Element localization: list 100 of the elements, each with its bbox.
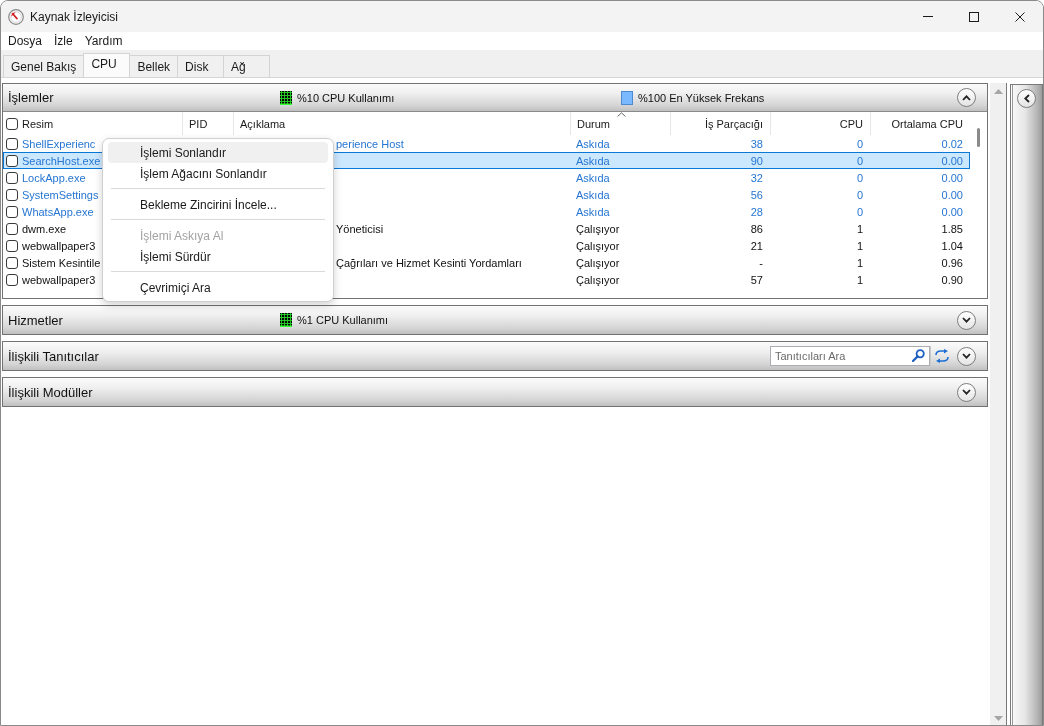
table-cell: 0: [856, 137, 863, 150]
column-header[interactable]: Resim: [22, 117, 54, 130]
square-meter-icon: [621, 90, 633, 105]
checkbox[interactable]: [6, 239, 18, 252]
section-title: İlişkili Tanıtıcılar: [8, 348, 99, 364]
table-cell: LockApp.exe: [22, 171, 86, 184]
grid-meter-icon: [280, 313, 292, 327]
column-header[interactable]: İş Parçacığı: [670, 112, 770, 135]
tab[interactable]: CPU: [83, 53, 131, 77]
section-header[interactable]: İlişkili Modüller: [3, 378, 987, 406]
close-icon: [1015, 11, 1025, 22]
table-cell: 28: [750, 205, 763, 218]
table-cell: 57: [750, 273, 763, 286]
table-cell: Çalışıyor: [576, 222, 620, 235]
table-cell: Askıda: [576, 171, 610, 184]
section-title: İşlemler: [8, 90, 54, 105]
context-menu-item[interactable]: Çevrimiçi Ara: [108, 277, 328, 298]
window-title: Kaynak İzleyicisi: [30, 9, 119, 24]
chevron-down-icon: [962, 353, 971, 359]
indicator-label: %100 En Yüksek Frekans: [638, 91, 765, 104]
table-cell: dwm.exe: [22, 222, 67, 235]
gauge-icon: [8, 8, 24, 25]
expand-button[interactable]: [957, 346, 976, 366]
table-cell: 0: [856, 154, 863, 167]
table-cell: perience Host: [336, 137, 404, 150]
tab[interactable]: Ağ: [223, 55, 271, 77]
collapse-button[interactable]: [957, 88, 976, 107]
table-cell: ShellExperienc: [22, 137, 96, 150]
table-cell: 0.96: [941, 256, 963, 269]
chevron-down-icon: [962, 389, 971, 395]
table-cell: webwallpaper3: [22, 273, 96, 286]
table-cell: 1: [856, 256, 863, 269]
expand-button[interactable]: [957, 382, 976, 402]
search-field[interactable]: Tanıtıcıları Ara: [770, 346, 930, 366]
table-cell: 0.00: [941, 154, 963, 167]
table-cell: WhatsApp.exe: [22, 205, 94, 218]
column-header[interactable]: Açıklama: [233, 112, 570, 135]
table-cell: SearchHost.exe: [22, 154, 101, 167]
table-cell: 1: [856, 222, 863, 235]
table-cell: 0.02: [941, 137, 963, 150]
context-menu-item[interactable]: İşlemi Sonlandır: [108, 142, 328, 163]
table-cell: webwallpaper3: [22, 239, 96, 252]
table-cell: 0: [856, 171, 863, 184]
section-header[interactable]: İlişkili Tanıtıcılar Tanıtıcıları Ara: [3, 342, 987, 370]
checkbox[interactable]: [6, 117, 18, 130]
column-header[interactable]: PID: [182, 112, 233, 135]
table-cell: 56: [750, 188, 763, 201]
table-cell: Çalışıyor: [576, 239, 620, 252]
table-cell: 0.90: [941, 273, 963, 286]
checkbox[interactable]: [6, 188, 18, 201]
table-cell: 1.04: [941, 239, 963, 252]
chevron-left-icon: [1023, 94, 1030, 103]
menu-item[interactable]: İzle: [48, 32, 79, 50]
search-icon[interactable]: [912, 349, 925, 362]
section-header[interactable]: Hizmetler %1 CPU Kullanımı: [3, 306, 987, 334]
maximize-icon: [969, 11, 979, 22]
grid-meter-icon: [280, 90, 292, 105]
checkbox[interactable]: [6, 137, 18, 150]
table-cell: 0: [856, 188, 863, 201]
context-menu-item[interactable]: İşlemi Sürdür: [108, 246, 328, 267]
expand-button[interactable]: [957, 310, 976, 330]
checkbox[interactable]: [6, 171, 18, 184]
table-cell: Sistem Kesintile: [22, 256, 101, 269]
scroll-thumb[interactable]: [977, 128, 980, 147]
table-cell: 90: [750, 154, 763, 167]
table-cell: Askıda: [576, 154, 610, 167]
table-cell: 21: [750, 239, 763, 252]
indicator-label: %1 CPU Kullanımı: [297, 314, 389, 326]
table-cell: Çalışıyor: [576, 273, 620, 286]
table-cell: Çalışıyor: [576, 256, 620, 269]
tab[interactable]: Genel Bakış: [3, 55, 85, 77]
table-cell: 38: [750, 137, 763, 150]
checkbox[interactable]: [6, 205, 18, 218]
table-cell: 0.00: [941, 188, 963, 201]
table-cell: Askıda: [576, 188, 610, 201]
panel-toggle-button[interactable]: [1017, 89, 1036, 108]
table-cell: 0: [856, 205, 863, 218]
checkbox[interactable]: [6, 256, 18, 269]
column-header[interactable]: CPU: [770, 112, 870, 135]
table-cell: 0.00: [941, 171, 963, 184]
column-header[interactable]: Durum: [570, 112, 670, 135]
checkbox[interactable]: [6, 273, 18, 286]
table-cell: 1.85: [941, 222, 963, 235]
table-cell: -: [759, 256, 763, 269]
table-cell: 0.00: [941, 205, 963, 218]
indicator-label: %10 CPU Kullanımı: [297, 91, 395, 104]
section-title: İlişkili Modüller: [8, 384, 93, 400]
context-menu-item[interactable]: Bekleme Zincirini İncele...: [108, 194, 328, 215]
section-header[interactable]: İşlemler %10 CPU Kullanımı %100 En Yüksek Frekans: [3, 84, 987, 112]
chevron-down-icon: [962, 317, 971, 323]
sort-caret-icon: [616, 112, 626, 117]
menu-item[interactable]: Dosya: [2, 32, 48, 50]
refresh-icon[interactable]: [934, 349, 950, 363]
table-cell: Askıda: [576, 137, 610, 150]
checkbox[interactable]: [6, 222, 18, 235]
table-cell: 1: [856, 239, 863, 252]
checkbox[interactable]: [6, 154, 18, 167]
menu-item[interactable]: Yardım: [78, 32, 129, 50]
column-header[interactable]: Ortalama CPU: [870, 112, 970, 135]
table-cell: Askıda: [576, 205, 610, 218]
